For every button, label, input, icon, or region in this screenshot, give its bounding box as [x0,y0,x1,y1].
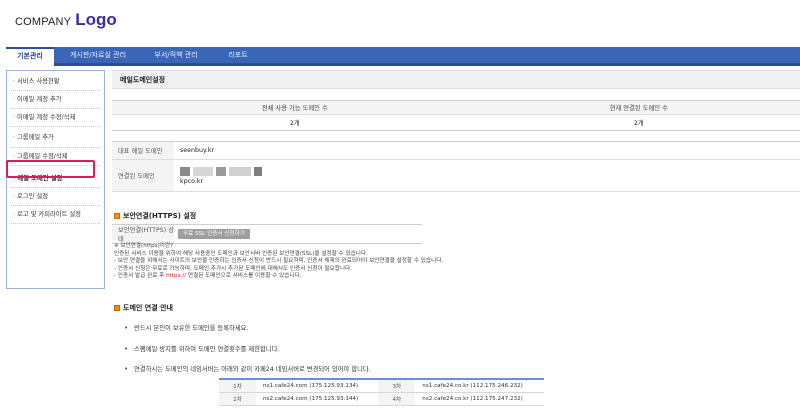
redacted-block [254,166,262,176]
primary-domain-value: seenbuy.kr [174,141,800,160]
ns-label: 4차 [378,392,416,406]
connected-domain-value: kpco.kr [180,177,204,185]
connected-domain-cell: kpco.kr [174,159,800,192]
section-marker-icon [114,304,120,311]
ns-value: ns2.cafe24.com (175.125.93.144) [256,392,379,406]
https-notes: ※ 보안연결(https)이란? 인증된 서비스 이용을 위하여 해당 사용중인… [114,243,794,281]
page-title: 메일도메인설정 [112,70,800,89]
sidebar-item-service-usage[interactable]: · 서비스 사용현황 [11,73,100,91]
tab-report[interactable]: 리포트 [216,47,260,63]
redacted-block [180,166,190,176]
sidebar-item-add-email-account[interactable]: · 이메일 계정 추가 [11,91,100,109]
brand: COMPANY Logo [15,10,117,30]
ns-value: ns1.cafe24.com (175.125.93.134) [256,379,379,393]
connected-domains-value: 2개 [477,114,800,131]
ns-label: 1차 [219,379,256,393]
nameserver-table: 1차 ns1.cafe24.com (175.125.93.134) 3차 ns… [219,378,544,406]
company-name: COMPANY [15,16,72,28]
guide-item: • 반드시 본인이 보유한 도메인을 등록하세요. [124,324,249,332]
https-link-text: https:// [166,273,187,280]
tab-board-management[interactable]: 게시판/자료실 관리 [58,47,138,63]
logo[interactable]: Logo [75,10,117,30]
free-ssl-request-button[interactable]: 무료 SSL 인증서 신청하기 [178,229,250,239]
https-table: 보안연결(HTTPS) 상태 무료 SSL 인증서 신청하기 [112,224,422,244]
main-content: 메일도메인설정 전체 사용 가능 도메인 수 현재 연결된 도메인 수 2개 2… [112,70,800,406]
sidebar-item-logo-copyright-settings[interactable]: · 로고 및 카피라이트 설정 [11,206,100,224]
https-section-title: 보안연결(HTTPS) 설정 [114,211,196,221]
sidebar-item-login-settings[interactable]: · 로그인 설정 [11,188,100,206]
https-note-line: - 보안 연결을 위해서는 사이트의 보안을 인증하는 인증서 신청이 반드시 … [114,258,444,265]
redacted-block [216,166,226,176]
redacted-block [193,166,213,176]
primary-domain-label: 대표 메일 도메인 [112,141,174,160]
sidebar-item-edit-email-account[interactable]: · 이메일 계정 수정/삭제 [11,109,100,127]
guide-item: • 스팸메일 방지를 위하여 도메인 연결횟수를 제한합니다. [124,345,280,353]
total-domains-value: 2개 [112,114,478,131]
connected-domain-label: 연결된 도메인 [112,159,174,192]
sidebar-item-add-group-mail[interactable]: · 그룹메일 추가 [11,127,100,148]
guide-item: • 연결하시는 도메인의 네임서버는 아래와 같이 카페24 네임서버로 변경되어… [124,365,371,373]
https-note-heading: ※ 보안연결(https)이란? [114,243,174,249]
tab-basic-management[interactable]: 기본관리 [6,47,54,66]
ns-value: ns1.cafe24.co.kr (112.175.246.232) [415,379,544,393]
table-row: 1차 ns1.cafe24.com (175.125.93.134) 3차 ns… [219,379,544,393]
ns-value: ns2.cafe24.co.kr (112.175.247.232) [415,392,544,406]
connected-domains-header: 현재 연결된 도메인 수 [477,100,800,115]
top-navigation: 기본관리 게시판/자료실 관리 부서/직책 관리 리포트 [6,47,800,66]
tab-department-management[interactable]: 부서/직책 관리 [142,47,210,63]
section-marker-icon [114,212,120,219]
ns-label: 3차 [378,379,416,393]
domain-guide-title: 도메인 연결 안내 [114,303,173,313]
table-row: 2차 ns2.cafe24.com (175.125.93.144) 4차 ns… [219,392,544,406]
https-state-label: 보안연결(HTTPS) 상태 [112,224,174,244]
redacted-block [229,166,251,176]
https-note-line: - 인증서 발급 완료 후 https:// 연결된 도메인으로 서비스를 이용… [114,273,302,280]
ns-label: 2차 [219,392,256,406]
total-domains-header: 전체 사용 가능 도메인 수 [112,100,478,115]
highlight-box [6,160,95,178]
domain-info-table: 대표 메일 도메인 seenbuy.kr 연결된 도메인 kpco.kr [112,141,800,192]
sidebar-menu: · 서비스 사용현황 · 이메일 계정 추가 · 이메일 계정 수정/삭제 · 그룹메일… [6,70,105,289]
domain-count-table: 전체 사용 가능 도메인 수 현재 연결된 도메인 수 2개 2개 [112,100,800,131]
